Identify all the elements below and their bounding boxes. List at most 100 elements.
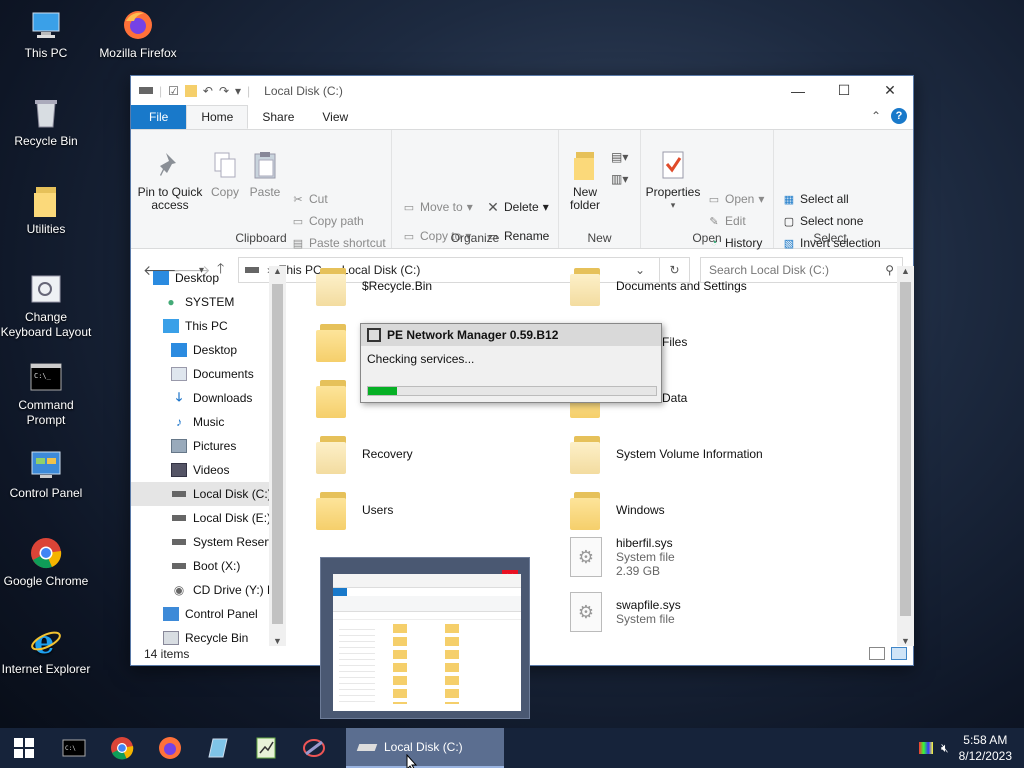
- nav-item-local-disk-e[interactable]: Local Disk (E:): [131, 506, 286, 530]
- file-item[interactable]: Users: [316, 490, 393, 530]
- copy-path-icon: ▭: [292, 215, 304, 228]
- undo-icon[interactable]: ↶: [203, 84, 213, 98]
- desktop-icon-this-pc[interactable]: This PC: [0, 8, 92, 61]
- clock-time: 5:58 AM: [963, 733, 1008, 747]
- delete-icon: ✕: [487, 198, 499, 215]
- clock[interactable]: 5:58 AM 8/12/2023: [959, 732, 1012, 764]
- nav-item-this-pc[interactable]: This PC: [131, 314, 286, 338]
- tab-view[interactable]: View: [308, 105, 362, 129]
- nav-item-downloads[interactable]: 🡓 Downloads: [131, 386, 286, 410]
- new-folder-button[interactable]: New folder: [563, 148, 607, 212]
- select-none-button[interactable]: ▢ Select none: [782, 214, 864, 228]
- scroll-up-arrow[interactable]: ▲: [897, 266, 914, 276]
- file-item[interactable]: ⚙ swapfile.sys System file: [570, 592, 681, 632]
- taskbar-firefox[interactable]: [146, 728, 194, 768]
- user-icon: ●: [167, 295, 175, 309]
- maximize-button[interactable]: ☐: [821, 76, 867, 105]
- window-controls: — ☐ ✕: [775, 76, 913, 105]
- taskbar-chrome[interactable]: [98, 728, 146, 768]
- nav-item-music[interactable]: ♪ Music: [131, 410, 286, 434]
- edit-icon: ✎: [709, 215, 719, 228]
- delete-button[interactable]: ✕ Delete ▾: [486, 198, 549, 215]
- new-item-icon[interactable]: ▤▾: [611, 150, 628, 164]
- copy-path-button[interactable]: ▭ Copy path: [291, 214, 364, 228]
- nav-item-pictures[interactable]: Pictures: [131, 434, 286, 458]
- navigation-scrollbar[interactable]: ▲ ▼: [269, 266, 286, 646]
- nav-item-system-reserved[interactable]: System Reserve: [131, 530, 286, 554]
- file-item[interactable]: Documents and Settings: [570, 266, 747, 306]
- paste-icon: [250, 148, 280, 182]
- customize-qa-icon[interactable]: ▾: [235, 84, 241, 98]
- desktop-icon-control-panel[interactable]: Control Panel: [0, 448, 92, 501]
- edit-button[interactable]: ✎ Edit: [707, 214, 745, 228]
- new-folder-qa-icon[interactable]: [184, 84, 197, 97]
- easy-access-icon[interactable]: ▥▾: [611, 172, 628, 186]
- scroll-up-arrow[interactable]: ▲: [269, 266, 286, 276]
- taskbar-explorer-active[interactable]: Local Disk (C:): [346, 728, 504, 768]
- tab-file[interactable]: File: [131, 105, 187, 129]
- redo-icon[interactable]: ↷: [219, 84, 229, 98]
- start-button[interactable]: [0, 728, 48, 768]
- nav-item-desktop[interactable]: Desktop: [131, 338, 286, 362]
- desktop-icon-firefox[interactable]: Mozilla Firefox: [92, 8, 184, 61]
- cut-command[interactable]: ✂ Cut: [291, 192, 327, 206]
- select-group: ▦ Select all ▢ Select none ▧ Invert selecti…: [774, 130, 886, 250]
- cd-drive-icon: ◉: [173, 583, 185, 597]
- taskbar-app-4[interactable]: [194, 728, 242, 768]
- taskbar: C:\ Local Disk (C:) 🔇︎ 5:58 AM 8/12/2023: [0, 728, 1024, 768]
- tab-home[interactable]: Home: [186, 105, 249, 129]
- taskbar-cmd[interactable]: C:\: [50, 728, 98, 768]
- file-item[interactable]: $Recycle.Bin: [316, 266, 432, 306]
- file-item[interactable]: Windows: [570, 490, 665, 530]
- desktop-icon-chrome[interactable]: Google Chrome: [0, 536, 92, 589]
- nav-item-desktop-root[interactable]: Desktop: [131, 266, 286, 290]
- desktop-icon-utilities[interactable]: Utilities: [0, 184, 92, 237]
- file-item[interactable]: Recovery: [316, 434, 413, 474]
- desktop-icon-cmd[interactable]: C:\_ Command Prompt: [0, 360, 92, 428]
- desktop-icon-recycle-bin[interactable]: Recycle Bin: [0, 96, 92, 149]
- copy-button[interactable]: Copy: [205, 148, 245, 199]
- taskbar-app-6[interactable]: [290, 728, 338, 768]
- desktop-icon-ie[interactable]: e Internet Explorer: [0, 624, 92, 677]
- this-pc-icon: [29, 8, 63, 42]
- desktop-icon-label: Control Panel: [9, 486, 83, 500]
- nav-item-boot-x[interactable]: Boot (X:): [131, 554, 286, 578]
- select-all-button[interactable]: ▦ Select all: [782, 192, 849, 206]
- taskbar-app-5[interactable]: [242, 728, 290, 768]
- nav-item-system[interactable]: ● SYSTEM: [131, 290, 286, 314]
- item-count: 14 items: [144, 647, 190, 661]
- nav-item-cd-drive[interactable]: ◉ CD Drive (Y:) H: [131, 578, 286, 602]
- minimize-ribbon-icon[interactable]: ⌃: [871, 109, 881, 123]
- scroll-thumb[interactable]: [900, 282, 911, 616]
- move-to-command[interactable]: ▭ Move to ▾: [402, 200, 473, 214]
- nav-item-videos[interactable]: Videos: [131, 458, 286, 482]
- pin-quick-access-button[interactable]: Pin to Quick access: [135, 148, 205, 212]
- details-view-button[interactable]: [869, 647, 885, 660]
- file-item[interactable]: [316, 378, 362, 418]
- file-item[interactable]: System Volume Information: [570, 434, 763, 474]
- tab-share[interactable]: Share: [248, 105, 308, 129]
- new-folder-icon: [570, 148, 600, 182]
- nav-item-local-disk-c[interactable]: Local Disk (C:): [131, 482, 286, 506]
- minimize-button[interactable]: —: [775, 76, 821, 105]
- large-icons-view-button[interactable]: [891, 647, 907, 660]
- content-scrollbar[interactable]: ▲ ▼: [897, 266, 914, 646]
- ribbon: Pin to Quick access Copy Paste ✂ Cut ▭ Cop…: [131, 129, 913, 250]
- windows-logo-icon: [14, 738, 34, 758]
- nav-item-control-panel[interactable]: Control Panel: [131, 602, 286, 626]
- taskbar-thumbnail-preview[interactable]: ✕: [320, 557, 530, 719]
- file-item[interactable]: ⚙ hiberfil.sys System file 2.39 GB: [570, 536, 675, 578]
- properties-button[interactable]: Properties ▾: [643, 148, 703, 212]
- properties-qa-icon[interactable]: ☑: [168, 84, 179, 98]
- file-item[interactable]: [316, 322, 362, 362]
- close-button[interactable]: ✕: [867, 76, 913, 105]
- paste-button[interactable]: Paste: [245, 148, 285, 199]
- volume-muted-icon[interactable]: 🔇︎: [941, 741, 949, 756]
- open-button[interactable]: ▭ Open ▾: [707, 192, 765, 206]
- nav-item-documents[interactable]: Documents: [131, 362, 286, 386]
- scroll-thumb[interactable]: [272, 284, 283, 624]
- folder-icon: [570, 490, 602, 530]
- help-icon[interactable]: ?: [891, 108, 907, 124]
- color-tray-icon[interactable]: [919, 742, 934, 754]
- desktop-icon-keyboard-layout[interactable]: Change Keyboard Layout: [0, 272, 92, 340]
